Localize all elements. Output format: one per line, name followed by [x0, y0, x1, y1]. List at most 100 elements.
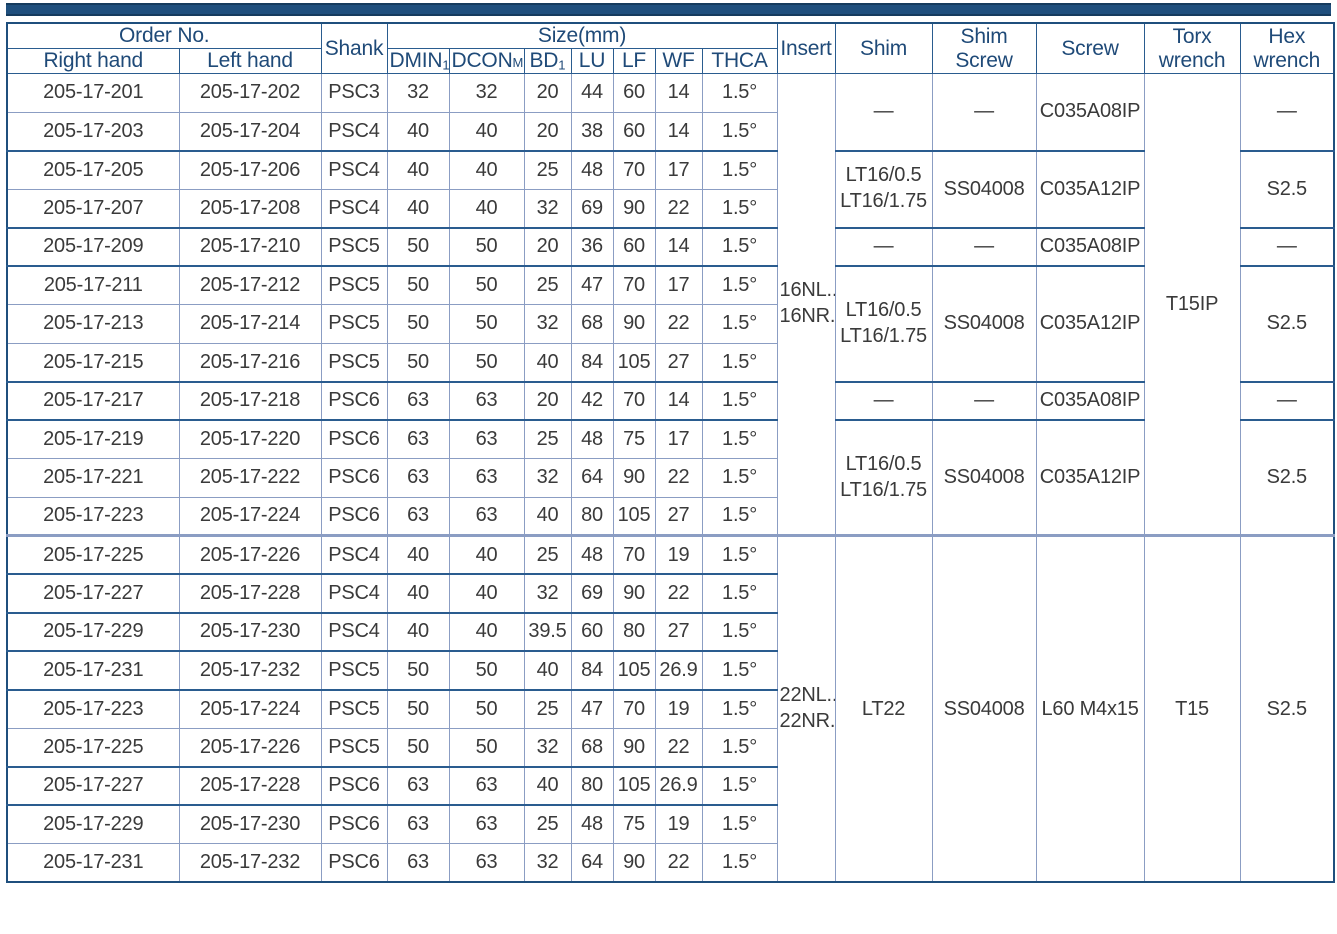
cell-wf: 22 [654, 304, 703, 344]
cell-shank: PSC4 [320, 111, 388, 151]
cell-dcon: 50 [448, 342, 525, 382]
cell-dcon: 40 [448, 188, 525, 228]
cell-left-hand: 205-17-228 [178, 765, 322, 806]
cell-wf: 22 [654, 188, 703, 228]
cell-lu: 64 [570, 458, 614, 498]
cell-left-hand: 205-17-208 [178, 188, 322, 228]
cell-right-hand: 205-17-203 [6, 111, 180, 151]
cell-right-hand: 205-17-229 [6, 804, 180, 844]
header-hex-wrench: Hex wrench [1239, 22, 1335, 74]
header-shim-screw: Shim Screw [931, 22, 1037, 74]
cell-lu: 60 [570, 611, 614, 652]
cell-right-hand: 205-17-211 [6, 265, 180, 305]
cell-bd: 25 [523, 419, 572, 459]
cell-shim-dash: — [834, 226, 933, 267]
cell-dmin: 40 [386, 573, 450, 613]
header-dmin: DMIN1 [386, 48, 450, 74]
cell-bd: 32 [523, 188, 572, 228]
cell-dcon: 50 [448, 304, 525, 344]
cell-wf: 14 [654, 380, 703, 421]
cell-bd: 32 [523, 843, 572, 883]
header-lu: LU [570, 48, 614, 74]
cell-shim: LT22 [834, 534, 933, 883]
cell-left-hand: 205-17-228 [178, 573, 322, 613]
cell-hex-wrench: S2.5 [1239, 534, 1335, 883]
cell-dmin: 63 [386, 765, 450, 806]
cell-bd: 25 [523, 804, 572, 844]
cell-lf: 70 [612, 149, 656, 190]
cell-right-hand: 205-17-217 [6, 380, 180, 421]
cell-lu: 68 [570, 304, 614, 344]
cell-insert-group-1: 16NL.. 16NR.. [776, 73, 836, 536]
cell-lf: 90 [612, 843, 656, 883]
table-row[interactable]: 205-17-219 205-17-220 PSC6 63 63 25 48 7… [6, 419, 1335, 536]
cell-left-hand: 205-17-226 [178, 727, 322, 767]
shim-line-2: LT16/1.75 [840, 324, 927, 347]
header-bd: BD1 [523, 48, 572, 74]
cell-dmin: 63 [386, 458, 450, 498]
cell-shank: PSC5 [320, 304, 388, 344]
table-row[interactable]: 205-17-217 205-17-218 PSC6 63 63 20 42 7… [6, 380, 1335, 421]
top-banner-bar [6, 3, 1331, 16]
page-root: Order No. Shank Size(mm) Insert Shim Shi… [0, 0, 1337, 934]
cell-wf: 19 [654, 804, 703, 844]
header-torx-wrench: Torx wrench [1143, 22, 1241, 74]
cell-screw: L60 M4x15 [1035, 534, 1145, 883]
cell-lf: 90 [612, 188, 656, 228]
shim-line-1: LT16/0.5 [845, 164, 922, 187]
cell-shank: PSC5 [320, 265, 388, 305]
table-row[interactable]: 205-17-211 205-17-212 PSC5 50 50 25 47 7… [6, 265, 1335, 382]
cell-wf: 27 [654, 611, 703, 652]
cell-wf: 22 [654, 573, 703, 613]
cell-lu: 48 [570, 804, 614, 844]
table-row[interactable]: 205-17-225 205-17-226 PSC4 40 40 25 48 7… [6, 534, 1335, 883]
table-row[interactable]: 205-17-201 205-17-202 PSC3 32 32 20 44 6… [6, 73, 1335, 536]
cell-right-hand: 205-17-223 [6, 688, 180, 729]
cell-insert-group-2: 22NL.. 22NR.. [776, 534, 836, 883]
cell-thca: 1.5° [701, 226, 778, 267]
cell-lf: 75 [612, 804, 656, 844]
cell-shank: PSC3 [320, 73, 388, 113]
cell-dmin: 40 [386, 149, 450, 190]
header-screw: Screw [1035, 22, 1145, 74]
cell-lf: 70 [612, 688, 656, 729]
cell-lu: 36 [570, 226, 614, 267]
cell-wf: 27 [654, 342, 703, 382]
cell-wf: 17 [654, 149, 703, 190]
cell-left-hand: 205-17-230 [178, 804, 322, 844]
cell-lu: 48 [570, 419, 614, 459]
cell-right-hand: 205-17-207 [6, 188, 180, 228]
cell-dmin: 63 [386, 380, 450, 421]
cell-bd: 40 [523, 765, 572, 806]
cell-lf: 90 [612, 727, 656, 767]
cell-right-hand: 205-17-231 [6, 843, 180, 883]
table-body: 205-17-201 205-17-202 PSC3 32 32 20 44 6… [6, 73, 1335, 883]
cell-wf: 14 [654, 226, 703, 267]
cell-wf: 19 [654, 688, 703, 729]
table-row[interactable]: 205-17-205 205-17-206 PSC4 40 40 25 48 7… [6, 149, 1335, 228]
tool-specification-table: Order No. Shank Size(mm) Insert Shim Shi… [6, 22, 1336, 883]
cell-left-hand: 205-17-230 [178, 611, 322, 652]
cell-dmin: 50 [386, 304, 450, 344]
cell-lu: 80 [570, 765, 614, 806]
cell-thca: 1.5° [701, 611, 778, 652]
cell-dmin: 40 [386, 111, 450, 151]
shim-line-2: LT16/1.75 [840, 190, 927, 212]
cell-left-hand: 205-17-226 [178, 534, 322, 575]
cell-left-hand: 205-17-210 [178, 226, 322, 267]
cell-dmin: 32 [386, 73, 450, 113]
cell-dmin: 50 [386, 342, 450, 382]
cell-right-hand: 205-17-215 [6, 342, 180, 382]
cell-wf: 17 [654, 419, 703, 459]
cell-shim-screw-dash: — [931, 380, 1037, 421]
cell-right-hand: 205-17-231 [6, 650, 180, 690]
header-shim: Shim [834, 22, 933, 74]
cell-wf: 27 [654, 496, 703, 536]
cell-dcon: 40 [448, 534, 525, 575]
cell-thca: 1.5° [701, 650, 778, 690]
cell-shank: PSC6 [320, 380, 388, 421]
header-insert: Insert [776, 22, 836, 74]
cell-dmin: 63 [386, 419, 450, 459]
table-row[interactable]: 205-17-209 205-17-210 PSC5 50 50 20 36 6… [6, 226, 1335, 267]
cell-shim-screw-dash: — [931, 226, 1037, 267]
